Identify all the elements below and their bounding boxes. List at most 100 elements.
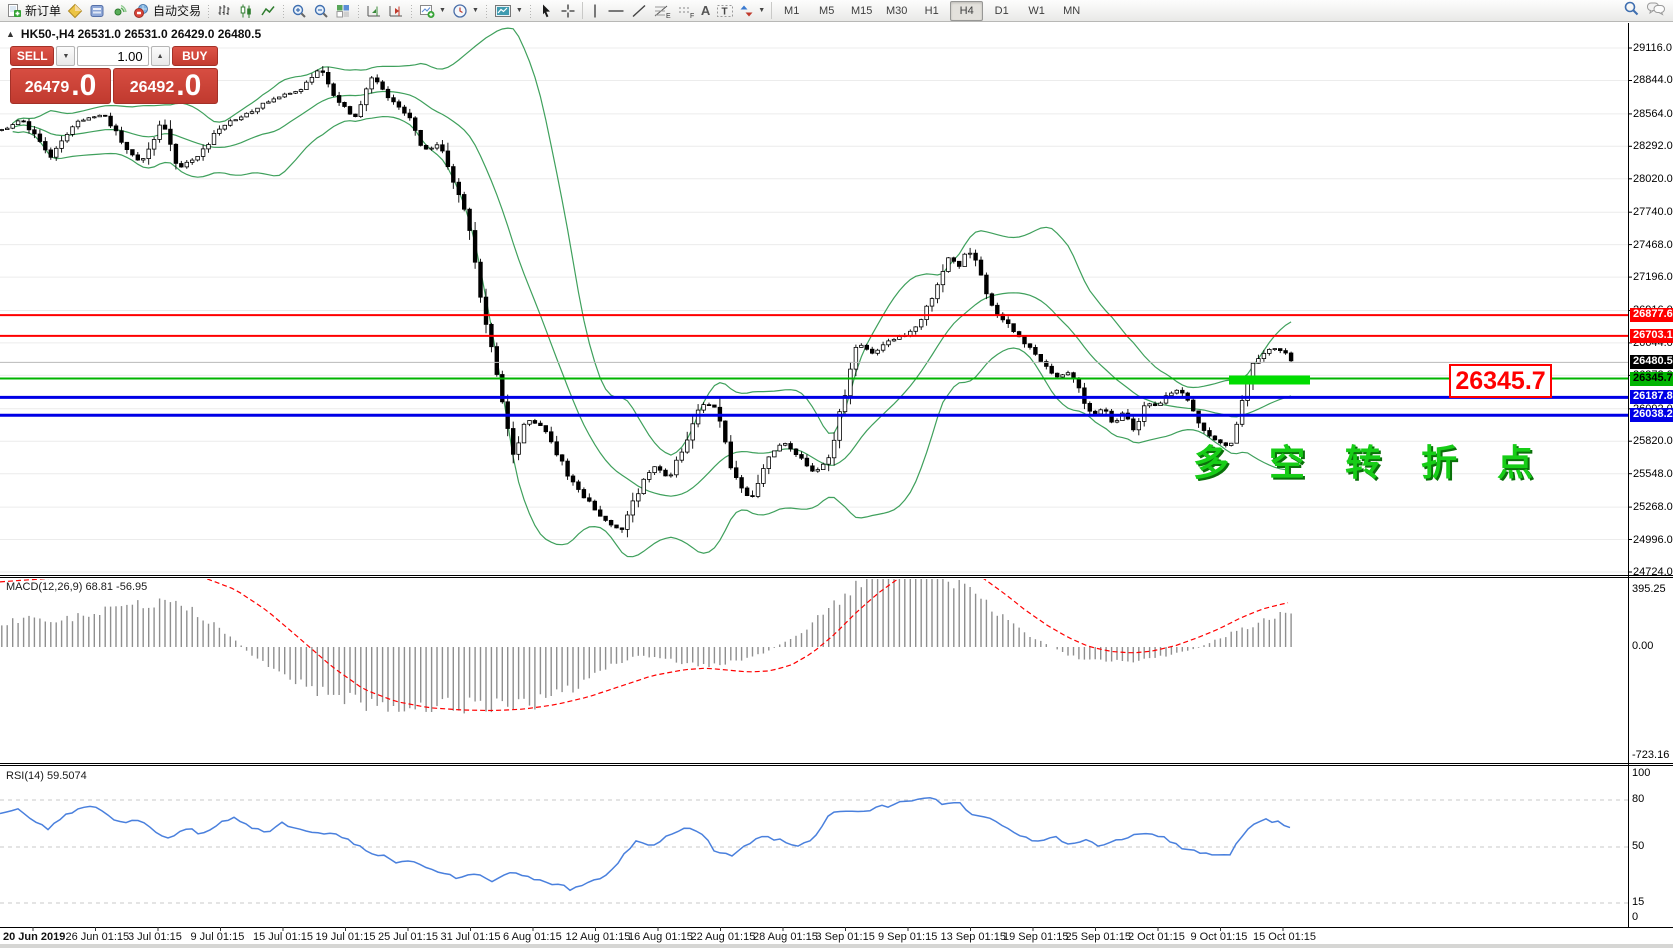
tab-timeframe-m15[interactable]: M15: [845, 1, 878, 21]
new-chart-button[interactable]: ▼: [416, 1, 449, 21]
chevron-down-icon: ▼: [758, 7, 766, 14]
new-order-icon: [6, 3, 22, 19]
time-axis-label: 26 Jun 01:15: [65, 931, 130, 943]
tab-timeframe-d1[interactable]: D1: [985, 1, 1018, 21]
time-axis-label: 25 Sep 01:15: [1065, 931, 1131, 943]
price-level-badge[interactable]: 26703.1: [1630, 328, 1673, 343]
rsi-axis-tick: 80: [1632, 793, 1645, 805]
line-chart-mode-button[interactable]: [257, 1, 279, 21]
crosshair-tool-button[interactable]: [557, 1, 579, 21]
zoom-out-button[interactable]: [310, 1, 332, 21]
auto-trading-button[interactable]: 自动交易: [130, 1, 204, 21]
auto-trading-icon: [133, 3, 150, 19]
fibo-letter: E: [666, 13, 671, 19]
auto-scroll-button[interactable]: [385, 1, 407, 21]
support-highlight-segment[interactable]: [1229, 375, 1310, 385]
text-tool-button[interactable]: A: [698, 1, 713, 21]
price-axis-tick: 24724.0: [1633, 566, 1673, 578]
templates-button[interactable]: ▼: [491, 1, 526, 21]
tab-timeframe-mn[interactable]: MN: [1055, 1, 1088, 21]
clock-icon: [452, 3, 468, 19]
tab-timeframe-h1[interactable]: H1: [915, 1, 948, 21]
time-axis-label: 20 Jun 2019: [3, 931, 66, 943]
zoom-in-icon: [291, 3, 307, 19]
trendline-tool-button[interactable]: [628, 1, 650, 21]
tab-timeframe-m5[interactable]: M5: [810, 1, 843, 21]
price-axis-tick: 28564.0: [1633, 107, 1673, 120]
chart-title-text: HK50-,H4 26531.0 26531.0 26429.0 26480.5: [20, 27, 262, 41]
channel-icon: F: [677, 3, 695, 19]
toolbar-separator: [581, 2, 583, 19]
chevron-down-icon: ▼: [471, 7, 479, 14]
arrows-tool-button[interactable]: ▼: [737, 1, 768, 21]
label-letter: T: [722, 6, 728, 17]
cn-annotation-text[interactable]: 多空转折点: [1193, 434, 1573, 486]
rsi-axis-tick: 15: [1632, 896, 1645, 908]
auto-trading-label: 自动交易: [153, 4, 202, 18]
arrows-icon: [740, 3, 754, 19]
macd-label: MACD(12,26,9) 68.81 -56.95: [6, 581, 148, 593]
bar-chart-mode-button[interactable]: [213, 1, 235, 21]
sell-price-display[interactable]: 26479 .0: [10, 68, 112, 104]
candlestick-icon: [238, 3, 254, 19]
price-level-badge[interactable]: 26877.6: [1630, 308, 1673, 323]
one-click-trading-panel: SELL ▼ 1.00 ▲ BUY 26479 .0 26492 .0: [10, 46, 218, 104]
channel-letter: F: [690, 13, 694, 19]
market-watch-button[interactable]: [64, 1, 86, 21]
candlestick-mode-button[interactable]: [235, 1, 257, 21]
tile-windows-button[interactable]: [332, 1, 354, 21]
label-tool-icon: T: [716, 3, 734, 19]
price-level-badge[interactable]: 26038.2: [1630, 408, 1673, 423]
buy-price-display[interactable]: 26492 .0: [113, 68, 218, 104]
chart-shift-button[interactable]: [363, 1, 385, 21]
price-axis-tick: 25820.0: [1633, 435, 1673, 448]
period-button[interactable]: ▼: [449, 1, 482, 21]
volume-input[interactable]: 1.00: [77, 46, 149, 66]
label-tool-button[interactable]: T: [713, 1, 737, 21]
time-axis-label: 22 Aug 01:15: [690, 931, 756, 943]
channel-tool-button[interactable]: F: [674, 1, 698, 21]
tab-timeframe-m30[interactable]: M30: [880, 1, 913, 21]
line-chart-icon: [260, 3, 276, 19]
price-level-lines[interactable]: [0, 314, 1628, 417]
time-axis-label: 16 Aug 01:15: [628, 931, 693, 943]
time-axis-label: 19 Sep 01:15: [1003, 931, 1069, 943]
data-window-button[interactable]: [86, 1, 108, 21]
rsi-label: RSI(14) 59.5074: [6, 770, 87, 782]
text-tool-icon: A: [700, 3, 711, 18]
zoom-out-icon: [313, 3, 329, 19]
macd-axis-tick: -723.16: [1632, 749, 1670, 761]
time-axis-label: 3 Jul 01:15: [128, 931, 182, 943]
price-axis-tick: 28292.0: [1633, 140, 1673, 153]
rsi-axis-tick: 0: [1632, 911, 1639, 923]
buy-price-main: 26492: [129, 79, 175, 96]
fibonacci-tool-button[interactable]: E: [650, 1, 674, 21]
chat-icon[interactable]: [1646, 0, 1666, 22]
rsi-axis-tick: 100: [1632, 767, 1651, 779]
tab-timeframe-h4[interactable]: H4: [950, 0, 984, 21]
time-axis-label: 3 Sep 01:15: [815, 931, 875, 943]
search-icon[interactable]: [1623, 0, 1640, 22]
buy-button[interactable]: BUY: [171, 46, 218, 66]
price-level-badge[interactable]: 26345.7: [1630, 371, 1673, 386]
tab-timeframe-w1[interactable]: W1: [1020, 1, 1053, 21]
price-level-badge[interactable]: 26187.8: [1630, 390, 1673, 405]
signals-button[interactable]: [108, 1, 130, 21]
current-price-badge: 26480.5: [1630, 355, 1673, 370]
sell-price-main: 26479: [24, 79, 70, 96]
volume-increase-button[interactable]: ▲: [150, 46, 170, 66]
tab-timeframe-m1[interactable]: M1: [775, 1, 808, 21]
sell-button[interactable]: SELL: [10, 46, 55, 66]
new-order-button[interactable]: 新订单: [3, 1, 64, 21]
horizontal-line-tool-button[interactable]: [604, 1, 628, 21]
volume-decrease-button[interactable]: ▼: [56, 46, 76, 66]
toolbar-grip: [356, 2, 362, 19]
price-annotation-box[interactable]: 26345.7: [1449, 364, 1552, 398]
vertical-line-tool-button[interactable]: [586, 1, 604, 21]
toolbar-grip: [527, 2, 533, 19]
collapse-triangle-icon[interactable]: ▲: [6, 29, 15, 39]
zoom-in-button[interactable]: [288, 1, 310, 21]
toolbar-grip: [483, 2, 489, 19]
price-axis-tick: 29116.0: [1633, 42, 1672, 54]
cursor-tool-button[interactable]: [535, 1, 557, 21]
